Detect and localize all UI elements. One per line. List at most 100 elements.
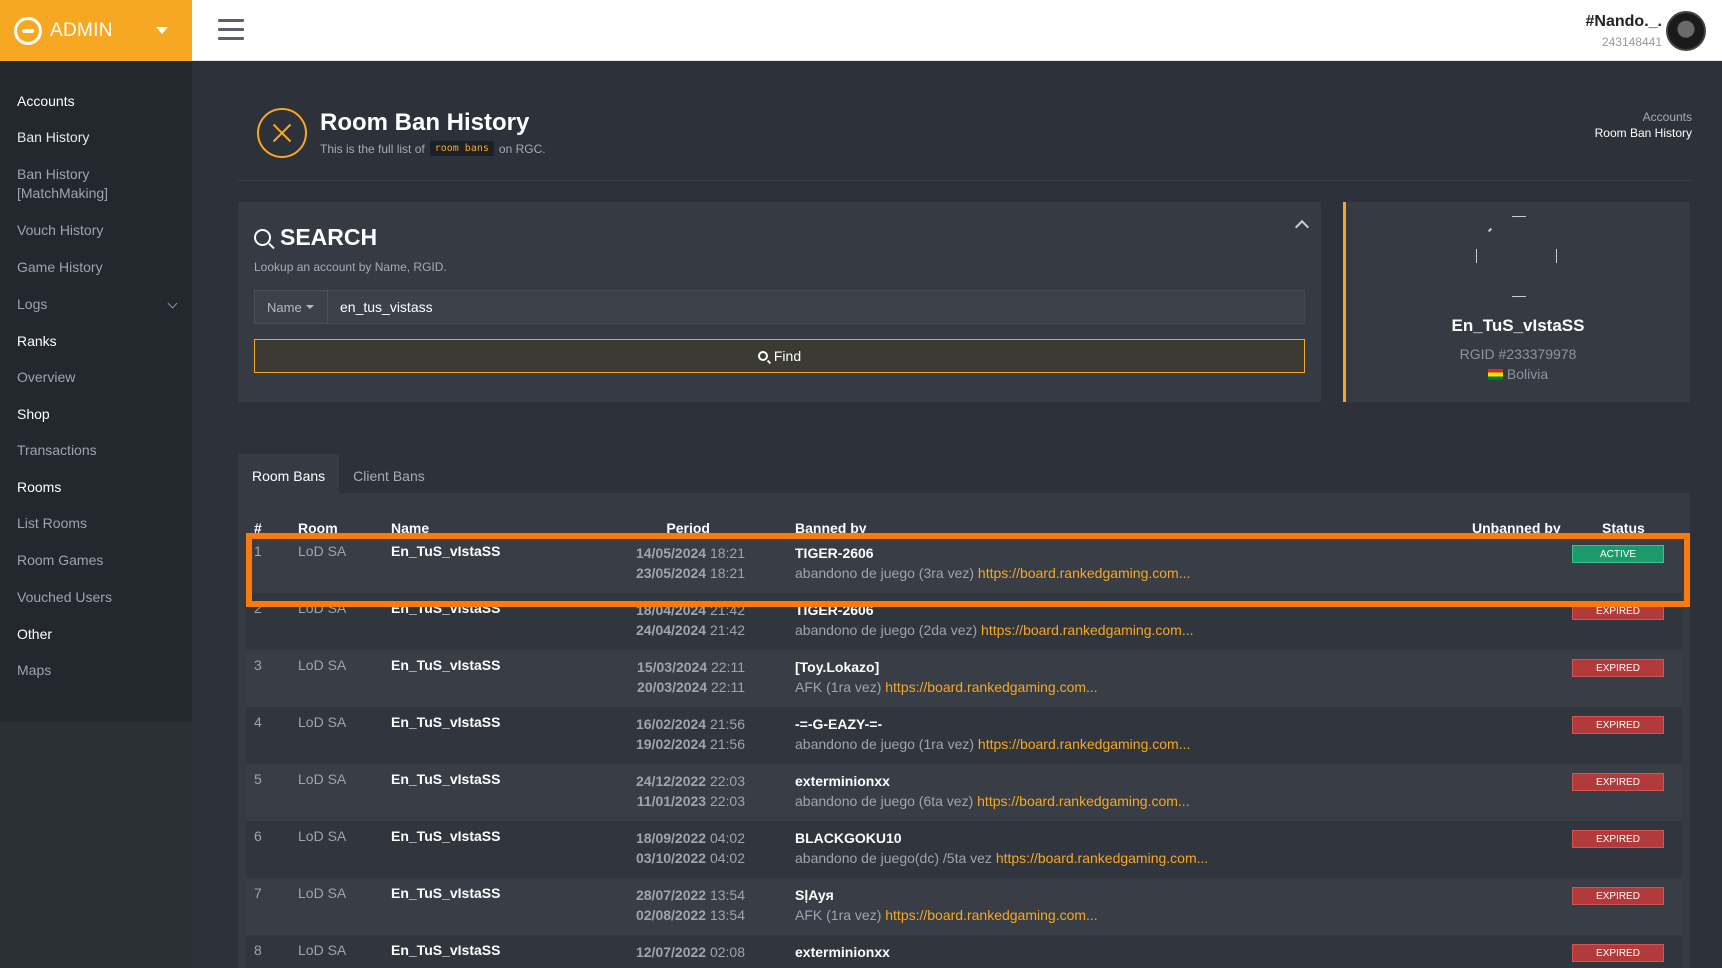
search-heading: SEARCH bbox=[254, 224, 377, 251]
row-unbanned-by bbox=[1472, 821, 1572, 878]
ban-link[interactable]: https://board.rankedgaming.com... bbox=[996, 850, 1208, 866]
ban-icon bbox=[257, 108, 307, 158]
row-status: EXPIRED bbox=[1572, 878, 1682, 935]
table-row: 5 LoD SA En_TuS_vIstaSS 24/12/2022 22:03 11/… bbox=[246, 764, 1682, 821]
end-date: 19/02/2024 bbox=[635, 736, 707, 752]
sidebar-item-transactions[interactable]: Transactions bbox=[0, 432, 192, 469]
end-time: 13:54 bbox=[709, 907, 745, 923]
row-number: 8 bbox=[246, 935, 298, 968]
ban-link[interactable]: https://board.rankedgaming.com... bbox=[885, 907, 1097, 923]
search-panel: SEARCH Lookup an account by Name, RGID. … bbox=[238, 202, 1321, 402]
ban-link[interactable]: https://board.rankedgaming.com... bbox=[978, 736, 1190, 752]
row-unbanned-by bbox=[1472, 536, 1572, 593]
row-unbanned-by bbox=[1472, 764, 1572, 821]
user-id: 243148441 bbox=[1601, 35, 1662, 49]
sidebar-item-list-rooms[interactable]: List Rooms bbox=[0, 505, 192, 542]
col-status: Status bbox=[1602, 520, 1645, 536]
start-date: 15/03/2024 bbox=[637, 659, 708, 675]
row-banned-by: TIGER-2606 abandono de juego (3ra vez) ht… bbox=[745, 536, 1472, 593]
chevron-up-icon[interactable] bbox=[1294, 219, 1310, 235]
row-status: ACTIVE bbox=[1572, 536, 1682, 593]
table-row: 7 LoD SA En_TuS_vIstaSS 28/07/2022 13:54 02/… bbox=[246, 878, 1682, 935]
sidebar-item-game-history[interactable]: Game History bbox=[0, 249, 192, 286]
row-period: 24/12/2022 22:03 11/01/2023 22:03 bbox=[599, 764, 745, 821]
status-badge: EXPIRED bbox=[1572, 773, 1664, 791]
ban-link[interactable]: https://board.rankedgaming.com... bbox=[977, 793, 1189, 809]
user-info[interactable]: #Nando._. 243148441 bbox=[1586, 13, 1662, 49]
row-name: En_TuS_vIstaSS bbox=[391, 536, 599, 593]
ban-link[interactable]: https://board.rankedgaming.com... bbox=[885, 679, 1097, 695]
start-time: 22:03 bbox=[709, 773, 745, 789]
start-date: 14/05/2024 bbox=[635, 545, 707, 561]
col-number: # bbox=[254, 520, 262, 536]
breadcrumb-item[interactable]: Accounts bbox=[1595, 110, 1692, 124]
banned-by-name[interactable]: TIGER-2606 bbox=[795, 543, 1472, 563]
end-date: 24/04/2024 bbox=[635, 622, 707, 638]
banned-by-name[interactable]: exterminionxx bbox=[795, 942, 1472, 962]
sidebar-item-vouched-users[interactable]: Vouched Users bbox=[0, 579, 192, 616]
ban-link[interactable]: https://board.rankedgaming.com... bbox=[978, 565, 1190, 581]
search-title: SEARCH bbox=[280, 224, 378, 250]
sidebar-item-ban-history-matchmaking[interactable]: Ban History [MatchMaking] bbox=[0, 156, 192, 212]
start-time: 13:54 bbox=[709, 887, 745, 903]
status-badge: ACTIVE bbox=[1572, 545, 1664, 563]
banned-by-name[interactable]: -=-G-EAZY-=- bbox=[795, 714, 1472, 734]
row-name: En_TuS_vIstaSS bbox=[391, 878, 599, 935]
row-room: LoD SA bbox=[298, 764, 391, 821]
sidebar-section-rooms: Rooms bbox=[17, 479, 62, 495]
sidebar-section-other: Other bbox=[17, 626, 53, 642]
banned-by-name[interactable]: TIGER-2606 bbox=[795, 600, 1472, 620]
row-room: LoD SA bbox=[298, 536, 391, 593]
ban-link[interactable]: https://board.rankedgaming.com... bbox=[981, 622, 1193, 638]
table-row: 8 LoD SA En_TuS_vIstaSS 12/07/2022 02:08 ex… bbox=[246, 935, 1682, 968]
sidebar-item-vouch-history[interactable]: Vouch History bbox=[0, 212, 192, 249]
menu-toggle-icon[interactable] bbox=[218, 19, 244, 41]
page-subtitle: This is the full list of room bans on RG… bbox=[320, 141, 546, 156]
ban-reason: abandono de juego (1ra vez) bbox=[795, 736, 975, 752]
search-icon bbox=[757, 351, 768, 361]
banned-by-name[interactable]: BLACKGOKU10 bbox=[795, 828, 1472, 848]
find-label: Find bbox=[773, 348, 802, 364]
row-period: 14/05/2024 18:21 23/05/2024 18:21 bbox=[599, 536, 745, 593]
tab-room-bans[interactable]: Room Bans bbox=[238, 454, 340, 498]
row-number: 5 bbox=[246, 764, 298, 821]
banned-by-name[interactable]: SļAyᴙ bbox=[795, 885, 1472, 905]
sidebar-section-shop: Shop bbox=[17, 406, 50, 422]
sidebar-item-ban-history[interactable]: Ban History bbox=[0, 119, 192, 156]
chevron-down-icon bbox=[156, 27, 168, 34]
sidebar-item-logs[interactable]: Logs bbox=[0, 286, 192, 323]
ban-reason: AFK (1ra vez) bbox=[795, 679, 882, 695]
banned-by-name[interactable]: exterminionxx bbox=[795, 771, 1472, 791]
row-unbanned-by bbox=[1472, 593, 1572, 650]
sidebar-item-overview[interactable]: Overview bbox=[0, 359, 192, 396]
sidebar-item-label: Logs bbox=[17, 296, 48, 312]
ban-reason: AFK (1ra vez) bbox=[795, 907, 882, 923]
row-room: LoD SA bbox=[298, 650, 391, 707]
col-banned-by: Banned by bbox=[795, 520, 867, 536]
tab-client-bans[interactable]: Client Bans bbox=[339, 454, 439, 498]
start-date: 12/07/2022 bbox=[635, 944, 707, 960]
room-bans-table: # Room Name Period Banned by Unbanned by… bbox=[238, 493, 1690, 968]
row-room: LoD SA bbox=[298, 878, 391, 935]
brand-title: ADMIN bbox=[50, 19, 113, 41]
brand-menu[interactable]: ADMIN bbox=[0, 0, 192, 61]
end-date: 03/10/2022 bbox=[635, 850, 707, 866]
sidebar-item-maps[interactable]: Maps bbox=[0, 652, 192, 689]
profile-rgid: RGID #233379978 bbox=[1459, 346, 1577, 362]
search-input[interactable]: en_tus_vistass bbox=[328, 290, 1305, 324]
search-type-select[interactable]: Name bbox=[254, 290, 328, 324]
banned-by-name[interactable]: [Toy.Lokazo] bbox=[795, 657, 1472, 677]
breadcrumb-current: Room Ban History bbox=[1594, 126, 1692, 140]
col-name: Name bbox=[391, 520, 430, 536]
find-button[interactable]: Find bbox=[254, 339, 1305, 373]
row-name: En_TuS_vIstaSS bbox=[391, 707, 599, 764]
col-unbanned-by: Unbanned by bbox=[1472, 520, 1561, 536]
row-unbanned-by bbox=[1472, 707, 1572, 764]
col-room: Room bbox=[298, 520, 338, 536]
caret-down-icon bbox=[305, 305, 314, 309]
sidebar-item-room-games[interactable]: Room Games bbox=[0, 542, 192, 579]
breadcrumb: Accounts Room Ban History bbox=[1595, 110, 1692, 140]
ban-reason: abandono de juego (3ra vez) bbox=[795, 565, 975, 581]
status-badge: EXPIRED bbox=[1572, 887, 1664, 905]
avatar[interactable] bbox=[1666, 11, 1706, 51]
